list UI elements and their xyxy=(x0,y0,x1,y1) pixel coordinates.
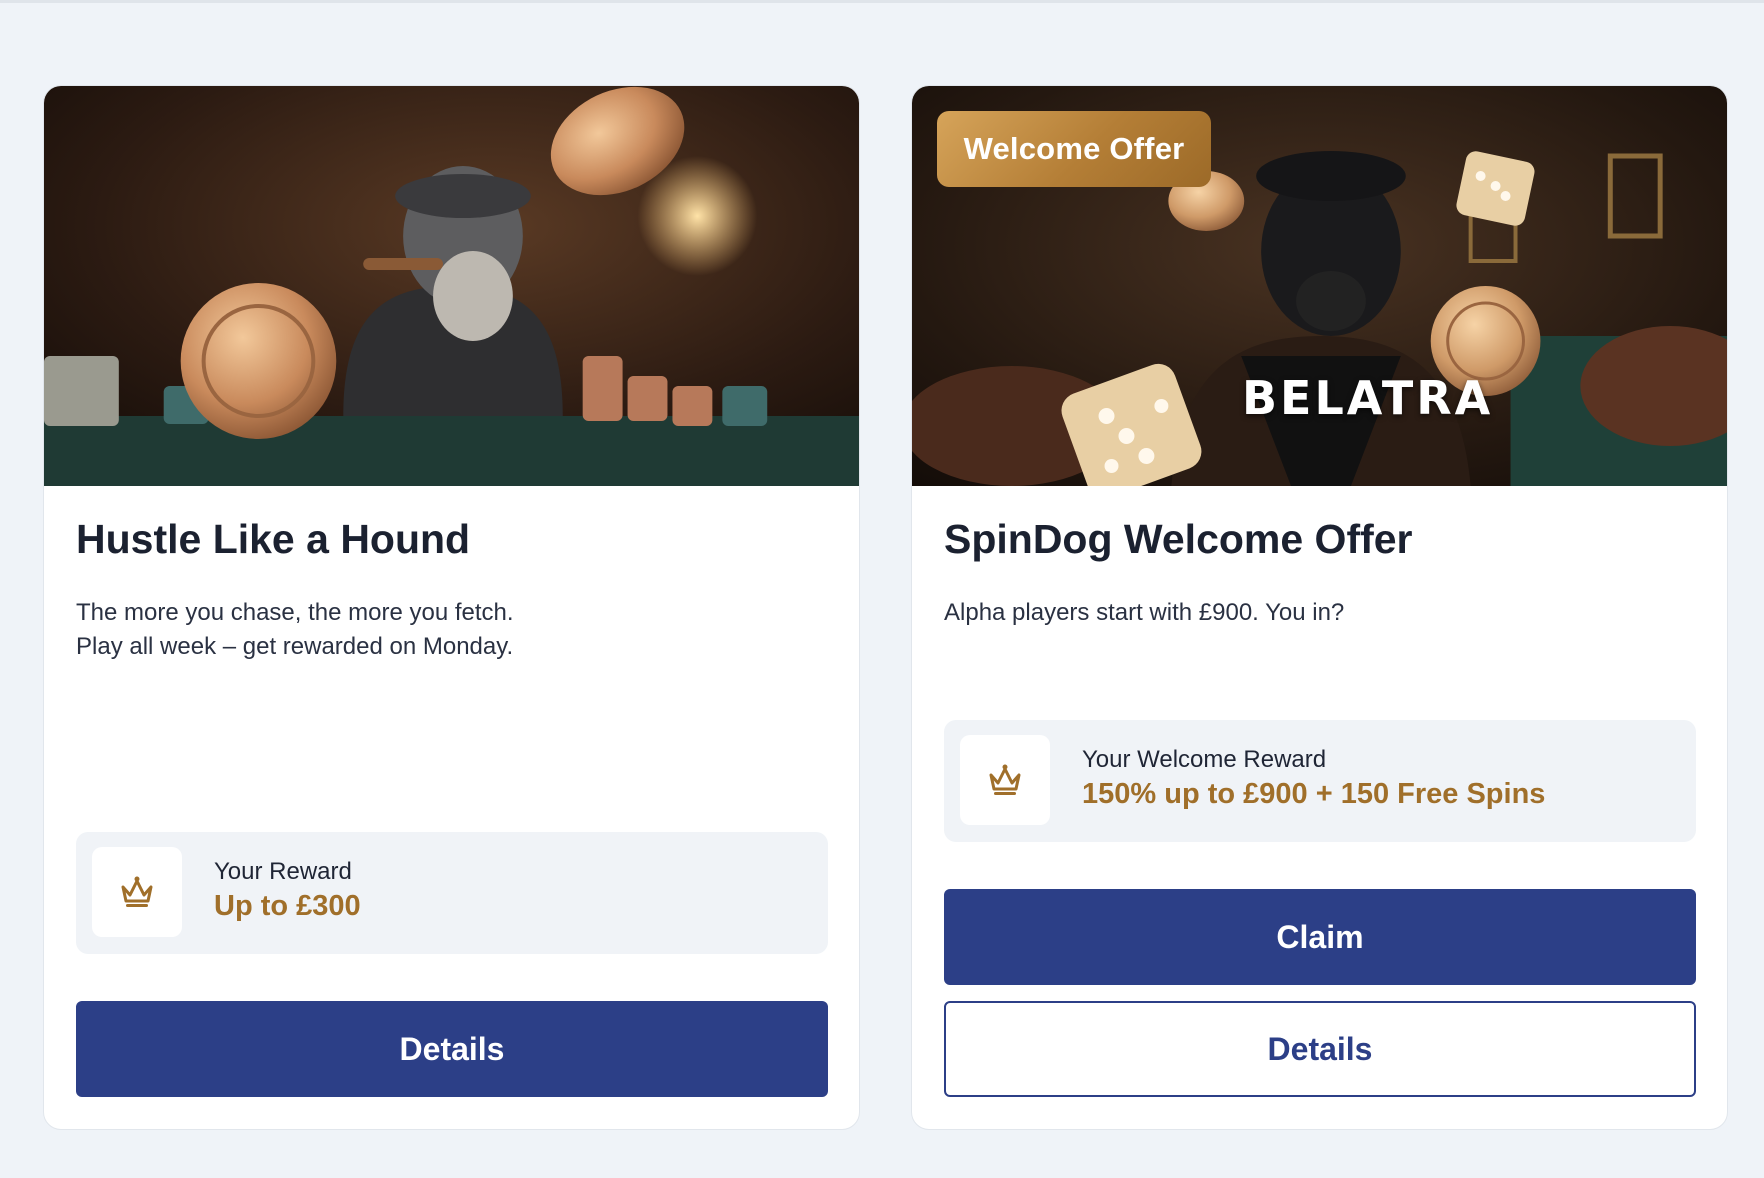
crown-icon xyxy=(960,735,1050,825)
description-line: Play all week – get rewarded on Monday. xyxy=(76,633,514,660)
details-button[interactable]: Details xyxy=(76,1001,828,1097)
reward-label: Your Welcome Reward xyxy=(1082,746,1327,773)
belatra-logo: BELATRA xyxy=(1242,371,1494,425)
card-title: Hustle Like a Hound xyxy=(76,516,471,562)
card-title: SpinDog Welcome Offer xyxy=(944,516,1413,562)
welcome-offer-badge: Welcome Offer xyxy=(937,111,1211,187)
promo-image-labrador-casino: Welcome Offer BELATRA xyxy=(912,86,1727,486)
promo-card-welcome: Welcome Offer BELATRA SpinDog Welcome Of… xyxy=(911,85,1728,1130)
claim-button[interactable]: Claim xyxy=(944,889,1696,985)
description-line: The more you chase, the more you fetch. xyxy=(76,599,514,626)
reward-panel: Your Reward Up to £300 xyxy=(76,832,828,954)
description-line: Alpha players start with £900. You in? xyxy=(944,599,1345,626)
reward-value: Up to £300 xyxy=(214,890,361,922)
card-description: Alpha players start with £900. You in? xyxy=(944,596,1684,630)
crown-icon xyxy=(92,847,182,937)
card-description: The more you chase, the more you fetch. … xyxy=(76,596,816,664)
promo-image-hound-poker xyxy=(44,86,859,486)
details-button[interactable]: Details xyxy=(944,1001,1696,1097)
reward-panel: Your Welcome Reward 150% up to £900 + 15… xyxy=(944,720,1696,842)
reward-value: 150% up to £900 + 150 Free Spins xyxy=(1082,778,1546,810)
top-divider xyxy=(0,0,1764,3)
reward-label: Your Reward xyxy=(214,858,352,885)
promo-card-hustle: Hustle Like a Hound The more you chase, … xyxy=(43,85,860,1130)
